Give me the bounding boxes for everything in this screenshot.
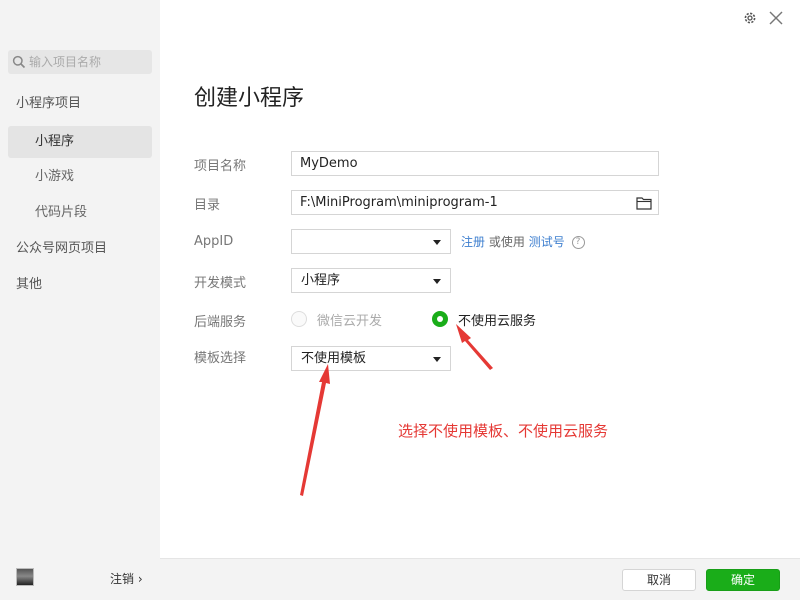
sidebar-item-other[interactable]: 其他 (8, 269, 152, 301)
project-name-input[interactable] (291, 151, 659, 176)
arrow-to-radio (456, 324, 493, 370)
search-box[interactable] (8, 50, 152, 74)
arrow-to-template (300, 364, 330, 496)
search-input[interactable] (29, 55, 147, 69)
template-select[interactable]: 不使用模板 (291, 346, 451, 371)
test-account-link[interactable]: 测试号 (529, 235, 565, 249)
page-title: 创建小程序 (194, 86, 305, 111)
dev-mode-label: 开发模式 (194, 276, 247, 291)
project-name-label: 项目名称 (194, 159, 247, 174)
dialog-footer: 取消 确定 (160, 558, 800, 600)
directory-input[interactable]: F:\MiniProgram\miniprogram-1 (291, 190, 659, 215)
gear-icon[interactable] (742, 10, 758, 26)
appid-links: 注册 或使用 测试号 ? (461, 233, 585, 250)
help-icon[interactable]: ? (571, 236, 585, 249)
sidebar-item-miniprogram[interactable]: 小程序 (8, 126, 152, 158)
close-icon[interactable] (768, 10, 784, 26)
sidebar-item-official-account-web[interactable]: 公众号网页项目 (8, 233, 152, 265)
chevron-down-icon (433, 240, 441, 245)
cancel-button[interactable]: 取消 (622, 569, 696, 591)
template-label: 模板选择 (194, 351, 247, 366)
directory-value: F:\MiniProgram\miniprogram-1 (300, 195, 498, 210)
avatar[interactable] (16, 568, 34, 586)
register-link[interactable]: 注册 (461, 235, 485, 249)
chevron-down-icon (433, 357, 441, 362)
cloud-dev-label: 微信云开发 (317, 314, 383, 329)
appid-select[interactable] (291, 229, 451, 254)
search-icon (12, 55, 26, 69)
dev-mode-value: 小程序 (301, 273, 341, 288)
logout-link[interactable]: 注销 › (110, 570, 143, 587)
sidebar-item-minigame[interactable]: 小游戏 (8, 161, 152, 193)
sidebar: 小程序项目 小程序 小游戏 代码片段 公众号网页项目 其他 注销 › (0, 0, 160, 600)
dev-mode-select[interactable]: 小程序 (291, 268, 451, 293)
cloud-dev-radio[interactable] (291, 311, 307, 327)
no-cloud-label: 不使用云服务 (458, 314, 537, 329)
appid-label: AppID (194, 234, 234, 249)
folder-icon[interactable] (636, 196, 652, 210)
appid-or-text: 或使用 (488, 235, 525, 249)
confirm-button[interactable]: 确定 (706, 569, 780, 591)
annotation-text: 选择不使用模板、不使用云服务 (398, 422, 609, 440)
sidebar-footer: 注销 › (0, 558, 160, 600)
directory-label: 目录 (194, 198, 221, 213)
backend-label: 后端服务 (194, 315, 247, 330)
template-value: 不使用模板 (301, 351, 367, 366)
chevron-down-icon (433, 279, 441, 284)
sidebar-item-miniprogram-project[interactable]: 小程序项目 (8, 88, 152, 120)
no-cloud-radio[interactable] (432, 311, 448, 327)
sidebar-item-code-snippet[interactable]: 代码片段 (8, 197, 152, 229)
